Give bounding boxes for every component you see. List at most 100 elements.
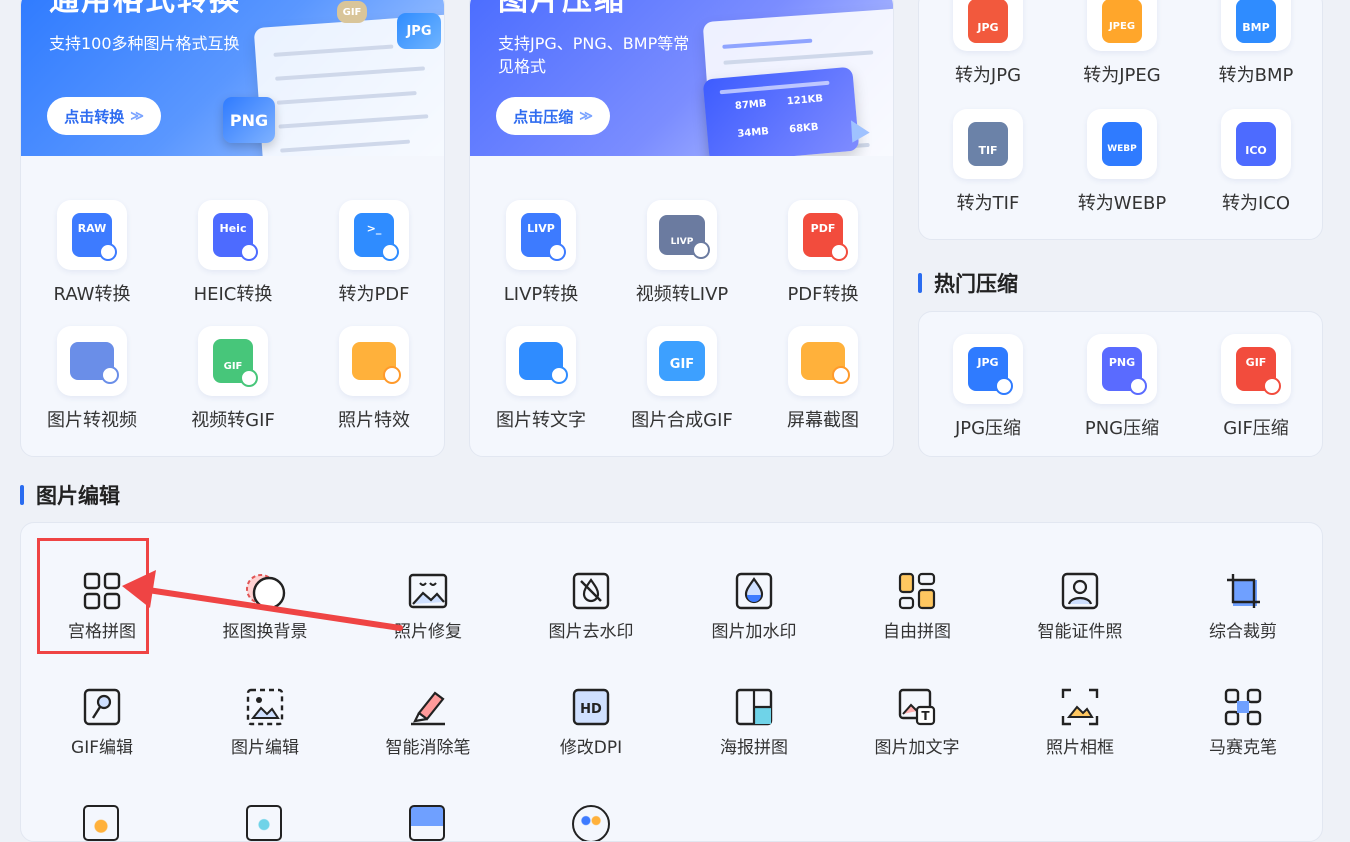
convert-card: 通用格式转换 支持100多种图片格式互换 点击转换 ≫ GIF JPG PNG R… [20, 0, 445, 457]
panel-size-c: 34MB [737, 126, 770, 140]
edit-label: 图片去水印 [548, 622, 634, 642]
video-to-gif-icon: GIF [198, 326, 268, 396]
compress-now-label: 点击压缩 [513, 108, 574, 126]
compress-now-button[interactable]: 点击压缩 ≫ [496, 97, 610, 135]
tile-video-to-livp[interactable]: LIVP 视频转LIVP [622, 200, 742, 306]
tile-image-to-text[interactable]: 图片转文字 [481, 326, 601, 432]
photo-frame-icon [1061, 688, 1099, 726]
edit-photo-frame[interactable]: 照片相框 [1005, 687, 1155, 758]
screenshot-icon [788, 326, 858, 396]
to-tif-icon: TIF [953, 109, 1023, 179]
edit-row3-icon-3[interactable] [409, 805, 445, 841]
compress-banner-subtitle: 支持JPG、PNG、BMP等常见格式 [498, 34, 690, 76]
double-chevron-icon: ≫ [579, 108, 593, 123]
edit-row3-icon-1[interactable] [83, 805, 119, 841]
tile-to-bmp[interactable]: BMP 转为BMP [1196, 0, 1316, 87]
tile-to-tif[interactable]: TIF 转为TIF [928, 109, 1048, 215]
tile-images-to-gif[interactable]: GIF 图片合成GIF [622, 326, 742, 432]
tile-label: 视频转GIF [191, 410, 275, 431]
panel-size-b: 121KB [786, 93, 824, 108]
tile-video-to-gif[interactable]: GIF 视频转GIF [173, 326, 293, 432]
edit-id-photo[interactable]: 智能证件照 [1005, 571, 1155, 642]
tile-png-compress[interactable]: PNG PNG压缩 [1062, 334, 1182, 440]
edit-image[interactable]: 图片编辑 [190, 687, 340, 758]
hot-compress-card: JPG JPG压缩 PNG PNG压缩 GIF GIF压缩 [918, 311, 1323, 457]
tile-to-pdf[interactable]: >_ 转为PDF [314, 200, 434, 306]
tile-label: PNG压缩 [1084, 418, 1160, 439]
edit-label: 修改DPI [559, 738, 623, 758]
to-jpg-icon: JPG [953, 0, 1023, 51]
images-to-gif-icon: GIF [647, 326, 717, 396]
tile-label: 视频转LIVP [635, 284, 729, 305]
convert-now-button[interactable]: 点击转换 ≫ [47, 97, 161, 135]
panel-size-d: 68KB [788, 121, 819, 136]
gif-badge: GIF [337, 1, 367, 23]
hd-dpi-icon: HD [572, 688, 610, 726]
edit-crop[interactable]: 综合裁剪 [1168, 571, 1318, 642]
tile-to-jpeg[interactable]: JPEG 转为JPEG [1062, 0, 1182, 87]
cutout-background-icon [246, 574, 286, 610]
convert-banner-title: 通用格式转换 [49, 0, 241, 18]
heic-convert-icon: Heic [198, 200, 268, 270]
edit-add-text[interactable]: T 图片加文字 [842, 687, 992, 758]
mosaic-icon [1224, 688, 1262, 726]
photo-effects-icon [339, 326, 409, 396]
edit-eraser-pen[interactable]: 智能消除笔 [353, 687, 503, 758]
tile-label: GIF压缩 [1223, 418, 1289, 439]
double-chevron-icon: ≫ [130, 108, 144, 123]
edit-cutout-background[interactable]: 抠图换背景 [190, 571, 340, 642]
tile-to-ico[interactable]: ICO 转为ICO [1196, 109, 1316, 215]
convert-banner[interactable]: 通用格式转换 支持100多种图片格式互换 点击转换 ≫ GIF JPG PNG [21, 0, 444, 156]
edit-add-watermark[interactable]: 图片加水印 [679, 571, 829, 642]
add-watermark-icon [735, 572, 773, 610]
tile-raw-convert[interactable]: RAW RAW转换 [32, 200, 152, 306]
tile-label: 屏幕截图 [787, 410, 859, 431]
tile-jpg-compress[interactable]: JPG JPG压缩 [928, 334, 1048, 440]
tile-heic-convert[interactable]: Heic HEIC转换 [173, 200, 293, 306]
tile-label: 图片转视频 [47, 410, 137, 431]
tile-label: 图片合成GIF [631, 410, 733, 431]
tile-label: 图片转文字 [496, 410, 586, 431]
compress-banner[interactable]: 图片压缩 支持JPG、PNG、BMP等常见格式 点击压缩 ≫ 87MB 121KB… [470, 0, 893, 156]
tile-image-to-video[interactable]: 图片转视频 [32, 326, 152, 432]
tile-gif-compress[interactable]: GIF GIF压缩 [1196, 334, 1316, 440]
tile-pdf-convert[interactable]: PDF PDF转换 [763, 200, 883, 306]
tile-livp-convert[interactable]: LIVP LIVP转换 [481, 200, 601, 306]
to-ico-icon: ICO [1221, 109, 1291, 179]
compress-result-panel: 87MB 121KB 34MB 68KB [702, 66, 860, 156]
png-badge: PNG [223, 97, 275, 143]
edit-row3-icon-4[interactable] [572, 805, 610, 841]
edit-label: 海报拼图 [720, 738, 788, 758]
id-photo-icon [1061, 572, 1099, 610]
edit-gif[interactable]: GIF编辑 [27, 687, 177, 758]
tile-label: PDF转换 [787, 284, 859, 305]
tile-label: LIVP转换 [503, 284, 579, 305]
edit-grid-collage[interactable]: 宫格拼图 [27, 571, 177, 642]
poster-collage-icon [735, 688, 773, 726]
image-to-text-icon [506, 326, 576, 396]
edit-remove-watermark[interactable]: 图片去水印 [516, 571, 666, 642]
edit-poster-collage[interactable]: 海报拼图 [679, 687, 829, 758]
tile-to-webp[interactable]: WEBP 转为WEBP [1062, 109, 1182, 215]
edit-free-collage[interactable]: 自由拼图 [842, 571, 992, 642]
edit-dpi[interactable]: HD 修改DPI [516, 687, 666, 758]
png-compress-icon: PNG [1087, 334, 1157, 404]
tile-screenshot[interactable]: 屏幕截图 [763, 326, 883, 432]
livp-convert-icon: LIVP [506, 200, 576, 270]
hot-compress-title: 热门压缩 [918, 268, 1018, 298]
tile-label: HEIC转换 [193, 284, 273, 305]
tile-photo-effects[interactable]: 照片特效 [314, 326, 434, 432]
pdf-convert-icon: PDF [788, 200, 858, 270]
edit-label: 照片相框 [1046, 738, 1114, 758]
photo-repair-icon [408, 573, 448, 609]
edit-mosaic[interactable]: 马赛克笔 [1168, 687, 1318, 758]
edit-photo-repair[interactable]: 照片修复 [353, 571, 503, 642]
tile-to-jpg[interactable]: JPG 转为JPG [928, 0, 1048, 87]
edit-row3-icon-2[interactable] [246, 805, 282, 841]
convert-banner-subtitle: 支持100多种图片格式互换 [49, 34, 240, 53]
tile-label: 转为JPG [954, 65, 1022, 86]
gif-edit-icon [83, 688, 121, 726]
edit-label: 智能消除笔 [385, 738, 471, 758]
grid-collage-icon [83, 572, 121, 610]
compress-banner-title: 图片压缩 [498, 0, 626, 18]
